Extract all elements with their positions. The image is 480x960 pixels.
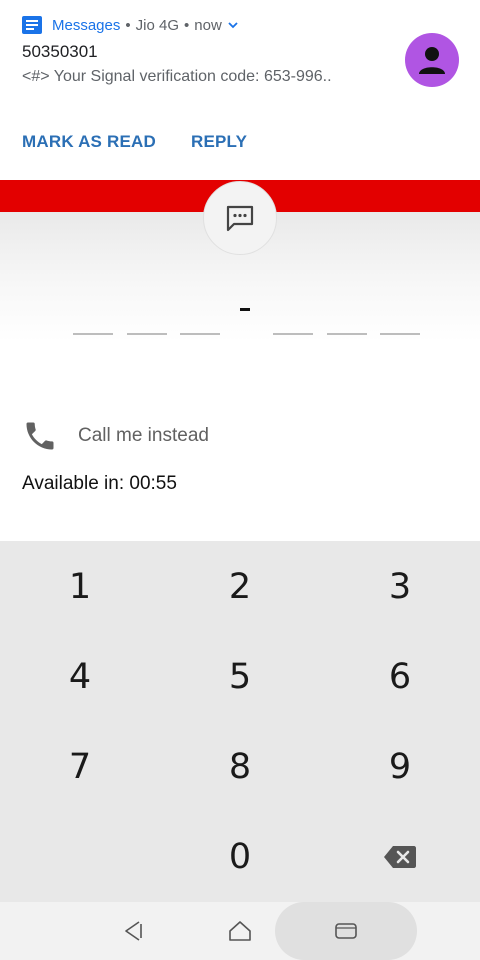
home-button[interactable] bbox=[226, 917, 254, 945]
backspace-button[interactable] bbox=[320, 812, 480, 902]
system-nav-bar bbox=[0, 902, 480, 960]
message-dots-icon bbox=[226, 205, 254, 232]
code-separator bbox=[240, 308, 250, 311]
chevron-down-icon[interactable] bbox=[227, 19, 239, 31]
messages-app-icon bbox=[22, 16, 42, 34]
key-3[interactable]: 3 bbox=[320, 542, 480, 632]
code-digit-slot-2[interactable] bbox=[127, 333, 167, 335]
key-0[interactable]: 0 bbox=[160, 812, 320, 902]
call-me-instead-label: Call me instead bbox=[78, 425, 209, 446]
code-digit-slot-1[interactable] bbox=[73, 333, 113, 335]
notification-time: now bbox=[194, 16, 222, 34]
home-icon bbox=[229, 921, 251, 941]
key-2[interactable]: 2 bbox=[160, 542, 320, 632]
notification-carrier: Jio 4G bbox=[135, 16, 179, 34]
person-icon bbox=[419, 47, 445, 74]
key-9[interactable]: 9 bbox=[320, 722, 480, 812]
key-1[interactable]: 1 bbox=[0, 542, 160, 632]
notification-app-name: Messages bbox=[52, 16, 121, 34]
code-digit-slot-4[interactable] bbox=[273, 333, 313, 335]
recents-button[interactable] bbox=[332, 917, 360, 945]
numeric-keypad: 1 2 3 4 5 6 7 8 9 0 bbox=[0, 541, 480, 902]
key-4[interactable]: 4 bbox=[0, 632, 160, 722]
message-icon-badge bbox=[203, 181, 277, 255]
code-digit-slot-5[interactable] bbox=[327, 333, 367, 335]
back-triangle-icon bbox=[125, 921, 142, 941]
mark-as-read-button[interactable]: MARK AS READ bbox=[22, 132, 156, 152]
notification-sender: 50350301 bbox=[22, 42, 98, 61]
availability-countdown: Available in: 00:55 bbox=[22, 473, 177, 494]
notification-card[interactable]: Messages • Jio 4G • now 50350301 <#> You… bbox=[0, 0, 480, 180]
call-me-instead-button[interactable]: Call me instead bbox=[22, 418, 209, 454]
code-digit-slot-6[interactable] bbox=[380, 333, 420, 335]
phone-icon bbox=[26, 422, 54, 450]
header-separator: • bbox=[125, 16, 131, 34]
code-digit-slot-3[interactable] bbox=[180, 333, 220, 335]
key-7[interactable]: 7 bbox=[0, 722, 160, 812]
notification-header: Messages • Jio 4G • now bbox=[22, 14, 239, 36]
backspace-icon bbox=[384, 846, 416, 868]
key-5[interactable]: 5 bbox=[160, 632, 320, 722]
avatar bbox=[405, 33, 459, 87]
key-6[interactable]: 6 bbox=[320, 632, 480, 722]
recents-icon bbox=[335, 923, 357, 939]
reply-button[interactable]: REPLY bbox=[191, 132, 247, 152]
key-8[interactable]: 8 bbox=[160, 722, 320, 812]
back-button[interactable] bbox=[119, 917, 147, 945]
header-separator: • bbox=[184, 16, 190, 34]
notification-preview: <#> Your Signal verification code: 653-9… bbox=[22, 68, 332, 85]
